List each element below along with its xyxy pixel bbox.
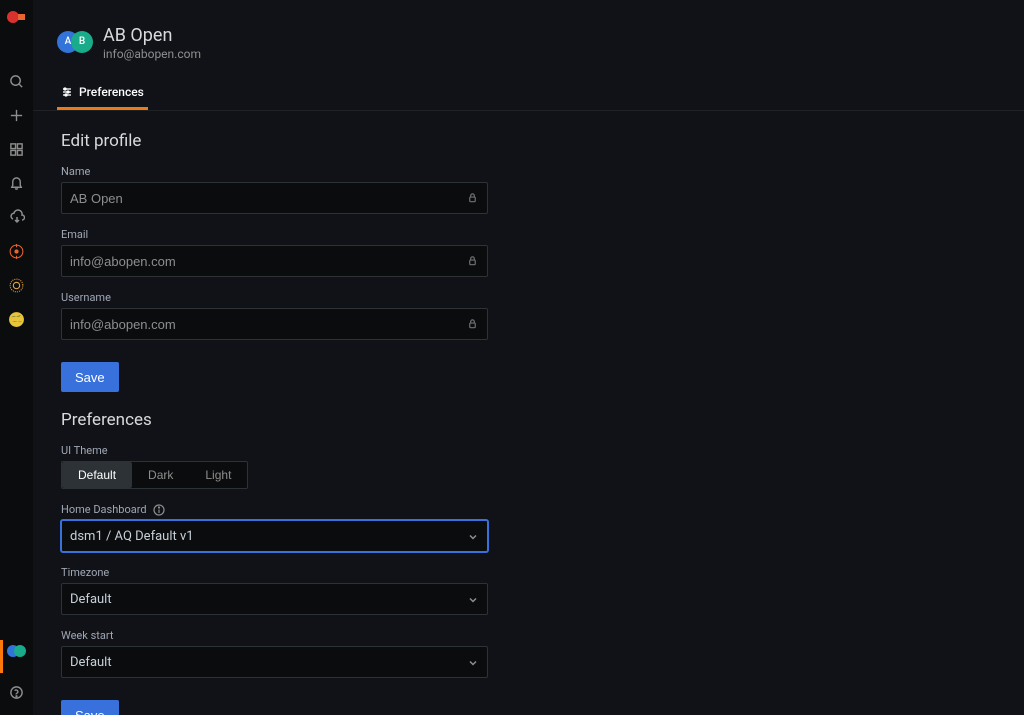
user-avatar-mini[interactable] [0,645,33,675]
avatar: A B [57,31,91,55]
select-value: dsm1 / AQ Default v1 [70,529,194,544]
dashboards-icon[interactable] [0,132,33,166]
tab-label: Preferences [79,85,144,99]
main-content: A B AB Open info@abopen.com Preferences … [33,0,1024,715]
select-value: Default [70,592,112,607]
page-title: AB Open [103,24,201,47]
home-dashboard-label: Home Dashboard [61,503,996,516]
app-logo[interactable] [6,6,28,28]
save-preferences-button[interactable]: Save [61,700,119,715]
timezone-select[interactable]: Default [61,583,488,615]
chevron-down-icon [468,590,478,609]
search-icon[interactable] [0,64,33,98]
name-field [61,182,488,214]
theme-label: UI Theme [61,444,996,457]
edit-profile-heading: Edit profile [61,131,996,151]
sensor-icon-2[interactable] [0,268,33,302]
save-profile-button[interactable]: Save [61,362,119,392]
week-start-select[interactable]: Default [61,646,488,678]
chevron-down-icon [468,527,478,546]
email-field [61,245,488,277]
page-header: A B AB Open info@abopen.com [33,0,1024,61]
globe-icon[interactable] [0,302,33,336]
theme-radio-group: Default Dark Light [61,461,248,489]
lock-icon [467,189,478,208]
email-label: Email [61,228,996,241]
theme-option-dark[interactable]: Dark [132,462,189,488]
sensor-icon-1[interactable] [0,234,33,268]
bell-icon[interactable] [0,166,33,200]
sidebar [0,0,33,715]
week-start-label: Week start [61,629,996,642]
name-label: Name [61,165,996,178]
theme-option-light[interactable]: Light [189,462,247,488]
username-field [61,308,488,340]
tab-preferences[interactable]: Preferences [57,77,148,110]
lock-icon [467,315,478,334]
chevron-down-icon [468,653,478,672]
tabs: Preferences [33,61,1024,111]
home-dashboard-select[interactable]: dsm1 / AQ Default v1 [61,520,488,552]
info-icon[interactable] [153,504,165,516]
username-label: Username [61,291,996,304]
active-indicator [0,640,3,673]
avatar-b: B [71,31,93,53]
help-icon[interactable] [0,675,33,709]
theme-option-default[interactable]: Default [62,462,132,488]
lock-icon [467,252,478,271]
plus-icon[interactable] [0,98,33,132]
cloud-download-icon[interactable] [0,200,33,234]
preferences-heading: Preferences [61,410,996,430]
page-subtitle: info@abopen.com [103,47,201,61]
select-value: Default [70,655,112,670]
timezone-label: Timezone [61,566,996,579]
